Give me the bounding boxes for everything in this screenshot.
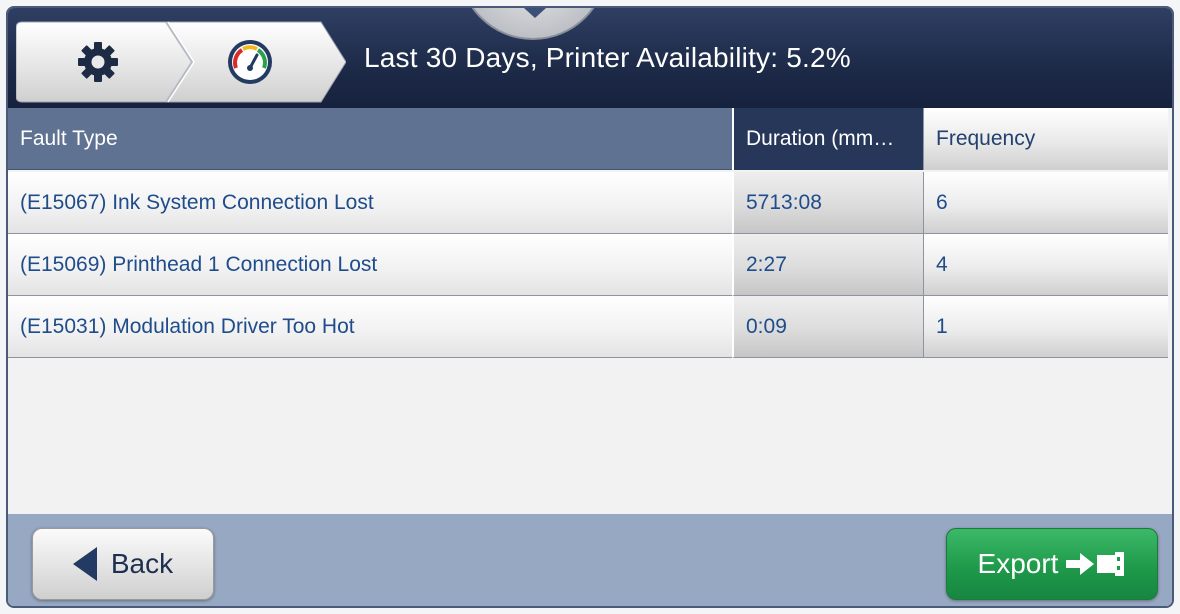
- fault-type-cell: (E15031) Modulation Driver Too Hot: [8, 296, 732, 358]
- table-row[interactable]: (E15067) Ink System Connection Lost 5713…: [8, 172, 1172, 234]
- back-button-label: Back: [110, 548, 174, 579]
- column-header-duration[interactable]: Duration (mm…: [732, 108, 924, 170]
- breadcrumb-availability[interactable]: [226, 38, 274, 86]
- app-frame: Last 30 Days, Printer Availability: 5.2%…: [6, 6, 1174, 608]
- footer-bar: Back Export: [8, 514, 1172, 606]
- back-arrow-icon: [72, 547, 97, 581]
- column-header-frequency[interactable]: Frequency: [924, 108, 1168, 170]
- export-button[interactable]: Export: [946, 528, 1158, 600]
- chevron-down-icon: [524, 8, 546, 18]
- gauge-icon: [228, 40, 272, 84]
- screen: Last 30 Days, Printer Availability: 5.2%…: [0, 0, 1180, 614]
- back-button[interactable]: Back: [32, 528, 214, 600]
- table-header-row: Fault Type Duration (mm… Frequency: [8, 108, 1172, 170]
- breadcrumb-settings[interactable]: [76, 40, 120, 84]
- duration-cell: 2:27: [732, 234, 924, 296]
- duration-cell: 5713:08: [732, 172, 924, 234]
- gear-icon: [78, 42, 118, 82]
- duration-cell: 0:09: [732, 296, 924, 358]
- usb-export-icon: [1066, 552, 1125, 576]
- breadcrumb: [16, 20, 346, 104]
- table-row[interactable]: (E15069) Printhead 1 Connection Lost 2:2…: [8, 234, 1172, 296]
- frequency-cell: 1: [924, 296, 1168, 358]
- column-header-fault-type[interactable]: Fault Type: [8, 108, 732, 170]
- fault-type-cell: (E15069) Printhead 1 Connection Lost: [8, 234, 732, 296]
- export-button-label: Export: [977, 548, 1059, 579]
- frequency-cell: 4: [924, 234, 1168, 296]
- table-row[interactable]: (E15031) Modulation Driver Too Hot 0:09 …: [8, 296, 1172, 358]
- frequency-cell: 6: [924, 172, 1168, 234]
- page-title: Last 30 Days, Printer Availability: 5.2%: [364, 42, 851, 73]
- fault-type-cell: (E15067) Ink System Connection Lost: [8, 172, 732, 234]
- header-bar: Last 30 Days, Printer Availability: 5.2%: [8, 8, 1172, 108]
